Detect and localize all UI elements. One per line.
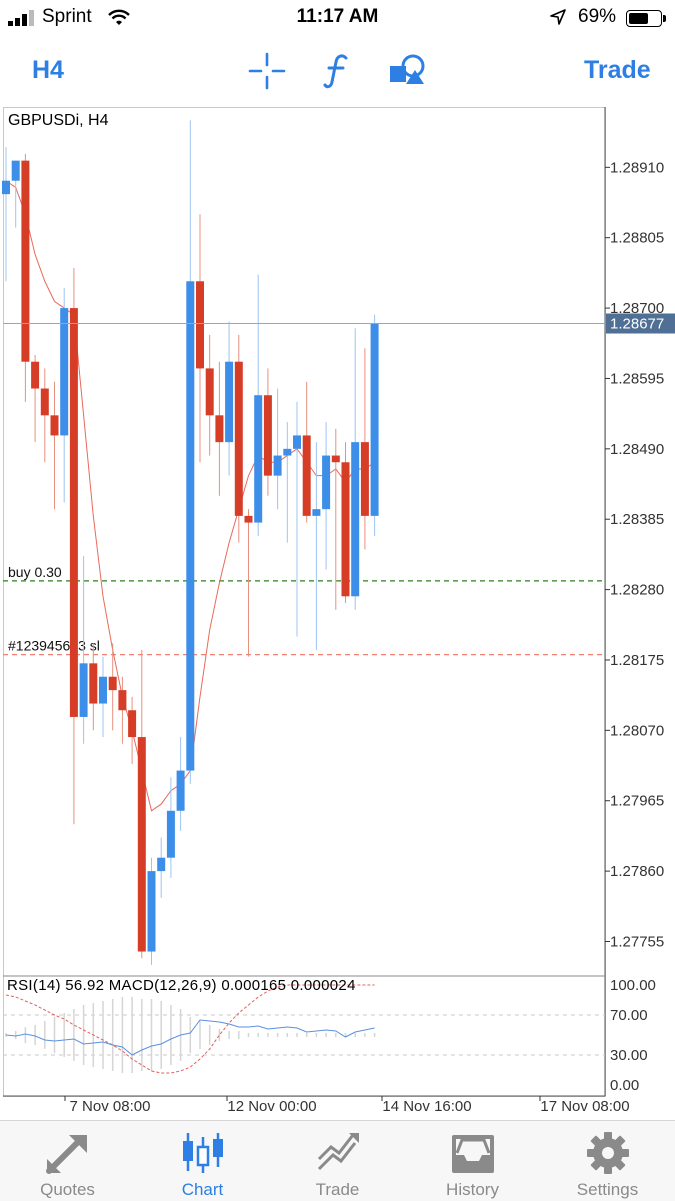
candle-body	[89, 663, 98, 704]
candle-body	[118, 690, 127, 711]
time-tick-label: 17 Nov 08:00	[540, 1098, 629, 1115]
candle-body	[225, 361, 234, 443]
indicator-label: RSI(14) 56.92 MACD(12,26,9) 0.000165 0.0…	[7, 977, 356, 994]
tab-chart[interactable]: Chart	[135, 1121, 270, 1201]
price-tick-label: 1.28280	[610, 582, 664, 599]
candle-body	[166, 810, 175, 858]
price-tick-label: 1.27965	[610, 793, 664, 810]
candle-body	[244, 515, 253, 523]
candle-body	[312, 509, 321, 516]
settings-icon	[587, 1132, 629, 1174]
trade-icon	[317, 1133, 359, 1171]
candle-body	[205, 368, 214, 416]
candle-body	[147, 871, 156, 952]
order-label: buy 0.30	[8, 564, 62, 580]
time-tick-label: 12 Nov 00:00	[227, 1098, 316, 1115]
price-tick-label: 1.28910	[610, 159, 664, 176]
candle-body	[254, 395, 263, 523]
tab-label: Trade	[315, 1180, 360, 1199]
candle-body	[40, 388, 49, 416]
candle-body	[351, 442, 360, 597]
candle-body	[215, 415, 224, 443]
candle-body	[341, 462, 350, 597]
price-tick-label: 1.28175	[610, 652, 664, 669]
candle-body	[196, 281, 204, 369]
candle-body	[273, 455, 282, 476]
price-tick-label: 1.28490	[610, 441, 664, 458]
tab-quotes[interactable]: Quotes	[0, 1121, 135, 1201]
candle-body	[302, 435, 311, 516]
candle-body	[79, 663, 88, 717]
price-tick-label: 1.28070	[610, 722, 664, 739]
candle-body	[331, 455, 340, 463]
chart-icon	[183, 1133, 223, 1173]
history-icon	[452, 1135, 494, 1173]
price-tick-label: 1.28595	[610, 370, 664, 387]
tab-label: Quotes	[40, 1180, 95, 1199]
price-tick-label: 1.27860	[610, 863, 664, 880]
candle-body	[186, 281, 195, 771]
candle-body	[31, 361, 40, 389]
time-tick-label: 14 Nov 16:00	[382, 1098, 471, 1115]
indicator-tick-label: 30.00	[610, 1047, 648, 1064]
indicator-tick-label: 0.00	[610, 1077, 639, 1094]
candle-body	[2, 180, 10, 195]
candle-body	[293, 435, 301, 449]
candle-body	[21, 160, 30, 362]
candle-body	[128, 710, 137, 738]
time-tick-label: 7 Nov 08:00	[70, 1098, 151, 1115]
candle-body	[360, 442, 369, 516]
candle-body	[263, 395, 272, 476]
quotes-icon	[46, 1135, 87, 1174]
candle-body	[283, 448, 292, 456]
candle-body	[176, 770, 185, 811]
tab-trade[interactable]: Trade	[270, 1121, 405, 1201]
price-tick-label: 1.28385	[610, 511, 664, 528]
indicator-tick-label: 100.00	[610, 977, 656, 994]
candle-body	[157, 857, 166, 872]
tab-bar: Quotes Chart Trade History Settings	[0, 1120, 675, 1201]
tab-settings[interactable]: Settings	[540, 1121, 675, 1201]
candle-body	[108, 676, 117, 691]
candle-body	[60, 308, 69, 436]
symbol-label: GBPUSDi, H4	[8, 112, 109, 129]
tab-history[interactable]: History	[405, 1121, 540, 1201]
order-label: #123945603 sl	[8, 638, 100, 654]
indicator-tick-label: 70.00	[610, 1007, 648, 1024]
candle-body	[234, 361, 243, 516]
tab-label: Chart	[181, 1180, 224, 1199]
candle-body	[322, 455, 331, 510]
price-chart[interactable]: 1.289101.288051.287001.285951.284901.283…	[0, 0, 675, 1118]
tab-label: History	[446, 1180, 499, 1199]
candle-body	[99, 676, 107, 704]
candle-body	[370, 323, 379, 516]
candle-body	[50, 415, 59, 436]
price-tick-label: 1.28805	[610, 230, 664, 247]
candle-body	[69, 308, 78, 717]
price-tick-label: 1.27755	[610, 933, 664, 950]
candle-body	[137, 737, 146, 952]
tab-label: Settings	[576, 1180, 639, 1199]
current-price-label: 1.28677	[610, 315, 664, 332]
candle-body	[11, 160, 20, 181]
